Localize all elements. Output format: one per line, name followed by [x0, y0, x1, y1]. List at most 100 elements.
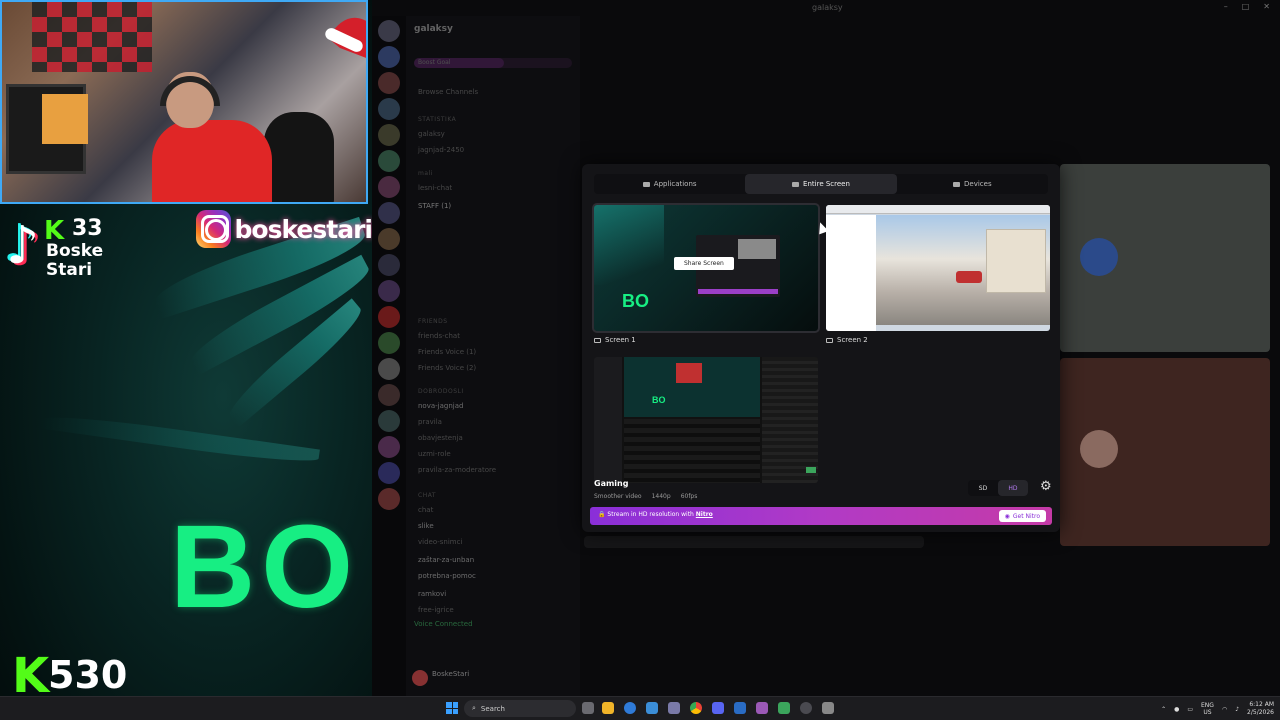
- tab-entire-screen[interactable]: Entire Screen: [745, 174, 897, 194]
- user-name[interactable]: BoskeStari: [432, 670, 469, 678]
- store-icon[interactable]: [668, 702, 680, 714]
- channel-item[interactable]: nova-jagnjad: [418, 402, 463, 410]
- channel-item[interactable]: jagnjad-2450: [418, 146, 464, 154]
- channel-item[interactable]: STAFF (1): [418, 202, 451, 210]
- voice-status[interactable]: Voice Connected: [414, 620, 473, 628]
- tab-applications[interactable]: Applications: [594, 174, 745, 194]
- server-icon[interactable]: [378, 150, 400, 172]
- monitor-icon: [826, 337, 833, 343]
- channel-item[interactable]: potrebna-pomoc: [418, 572, 476, 580]
- quality-toggle: SD HD: [968, 480, 1028, 496]
- avatar: [1080, 238, 1118, 276]
- server-icon[interactable]: [378, 306, 400, 328]
- get-nitro-button[interactable]: ◉ Get Nitro: [998, 510, 1046, 522]
- chrome-icon[interactable]: [690, 702, 702, 714]
- maximize-icon[interactable]: □: [1242, 2, 1250, 11]
- server-icon[interactable]: [378, 358, 400, 380]
- stream-overlay: ♪ K 33 Boske Stari boskestari BO K 530 b…: [0, 0, 372, 720]
- network-icon[interactable]: ▭: [1187, 706, 1193, 713]
- channel-item[interactable]: pravila-za-moderatore: [418, 466, 496, 474]
- server-name[interactable]: galaksy: [414, 24, 453, 34]
- share-screen-button[interactable]: Share Screen: [674, 257, 734, 270]
- channel-item[interactable]: lesni-chat: [418, 184, 452, 192]
- search-placeholder: Search: [480, 704, 505, 713]
- channel-category[interactable]: DOBRODOSLI: [418, 388, 464, 395]
- channel-item[interactable]: Friends Voice (1): [418, 348, 476, 356]
- server-icon[interactable]: [378, 410, 400, 432]
- vscode-icon[interactable]: [734, 702, 746, 714]
- nitro-link[interactable]: Nitro: [696, 511, 713, 518]
- chevron-up-icon[interactable]: ⌃: [1161, 706, 1166, 713]
- channel-item[interactable]: uzmi-role: [418, 450, 451, 458]
- channel-item[interactable]: Friends Voice (2): [418, 364, 476, 372]
- channel-category[interactable]: STATISTIKA: [418, 116, 456, 123]
- tab-label: Entire Screen: [803, 180, 850, 188]
- language-indicator[interactable]: ENG US: [1201, 702, 1214, 716]
- voice-tile[interactable]: [1060, 358, 1270, 546]
- server-icon[interactable]: [378, 20, 400, 42]
- server-icon[interactable]: [378, 384, 400, 406]
- server-icon[interactable]: [378, 332, 400, 354]
- windows-start-icon[interactable]: [446, 702, 458, 714]
- avatar[interactable]: [412, 670, 428, 686]
- channel-item[interactable]: chat: [418, 506, 433, 514]
- channel-logo: BO: [652, 395, 666, 405]
- channel-item[interactable]: obavjestenja: [418, 434, 463, 442]
- wifi-icon[interactable]: ◠: [1222, 706, 1227, 713]
- close-icon[interactable]: ✕: [1263, 2, 1270, 11]
- server-icon[interactable]: [378, 436, 400, 458]
- channel-item[interactable]: friends-chat: [418, 332, 460, 340]
- channel-item[interactable]: free-igrice: [418, 606, 454, 614]
- gear-icon[interactable]: ⚙: [1040, 480, 1052, 493]
- screen-1-thumbnail[interactable]: BO Share Screen: [592, 203, 820, 333]
- app-icon[interactable]: [778, 702, 790, 714]
- obs-icon[interactable]: [800, 702, 812, 714]
- channel-item[interactable]: pravila: [418, 418, 442, 426]
- server-icon[interactable]: [378, 462, 400, 484]
- server-icon[interactable]: [378, 124, 400, 146]
- boost-goal-bar[interactable]: Boost Goal: [414, 58, 572, 68]
- sd-option[interactable]: SD: [968, 480, 998, 496]
- screen-2-thumbnail[interactable]: [826, 205, 1050, 331]
- server-icon[interactable]: [378, 280, 400, 302]
- clock[interactable]: 6:12 AM 2/5/2026: [1247, 701, 1274, 717]
- volume-icon[interactable]: ♪: [1235, 706, 1239, 713]
- channel-category[interactable]: mali: [418, 170, 433, 177]
- app-icon[interactable]: [756, 702, 768, 714]
- channel-item[interactable]: galaksy: [418, 130, 445, 138]
- channel-category[interactable]: FRIENDS: [418, 318, 448, 325]
- gaming-chair: [264, 112, 334, 202]
- edge-icon[interactable]: [624, 702, 636, 714]
- kick-count: 530: [48, 653, 128, 697]
- server-icon[interactable]: [378, 46, 400, 68]
- channel-item[interactable]: ramkovi: [418, 590, 446, 598]
- outlook-icon[interactable]: [646, 702, 658, 714]
- channel-item[interactable]: video-snimci: [418, 538, 462, 546]
- tab-devices[interactable]: Devices: [897, 174, 1048, 194]
- mic-icon[interactable]: ●: [1174, 706, 1179, 713]
- settings-icon[interactable]: [822, 702, 834, 714]
- camera-icon: [953, 181, 961, 187]
- server-icon[interactable]: [378, 254, 400, 276]
- channel-item[interactable]: zaštar-za-unban: [418, 556, 474, 564]
- channel-category[interactable]: CHAT: [418, 492, 436, 499]
- server-icon[interactable]: [378, 202, 400, 224]
- channel-item[interactable]: slike: [418, 522, 434, 530]
- monitor-screen: [42, 94, 88, 144]
- server-icon[interactable]: [378, 176, 400, 198]
- minimize-icon[interactable]: –: [1224, 2, 1228, 11]
- server-icon[interactable]: [378, 228, 400, 250]
- screen-3-thumbnail[interactable]: BO: [594, 357, 818, 483]
- taskbar-search[interactable]: ⌕ Search: [464, 700, 576, 717]
- server-icon[interactable]: [378, 98, 400, 120]
- monitor-icon: [792, 181, 800, 187]
- task-view-icon[interactable]: [582, 702, 594, 714]
- date-text: 2/5/2026: [1247, 709, 1274, 716]
- server-icon[interactable]: [378, 488, 400, 510]
- hd-option[interactable]: HD: [998, 480, 1028, 496]
- voice-tile[interactable]: [1060, 164, 1270, 352]
- file-explorer-icon[interactable]: [602, 702, 614, 714]
- discord-icon[interactable]: [712, 702, 724, 714]
- channel-item[interactable]: Browse Channels: [418, 88, 478, 96]
- server-icon[interactable]: [378, 72, 400, 94]
